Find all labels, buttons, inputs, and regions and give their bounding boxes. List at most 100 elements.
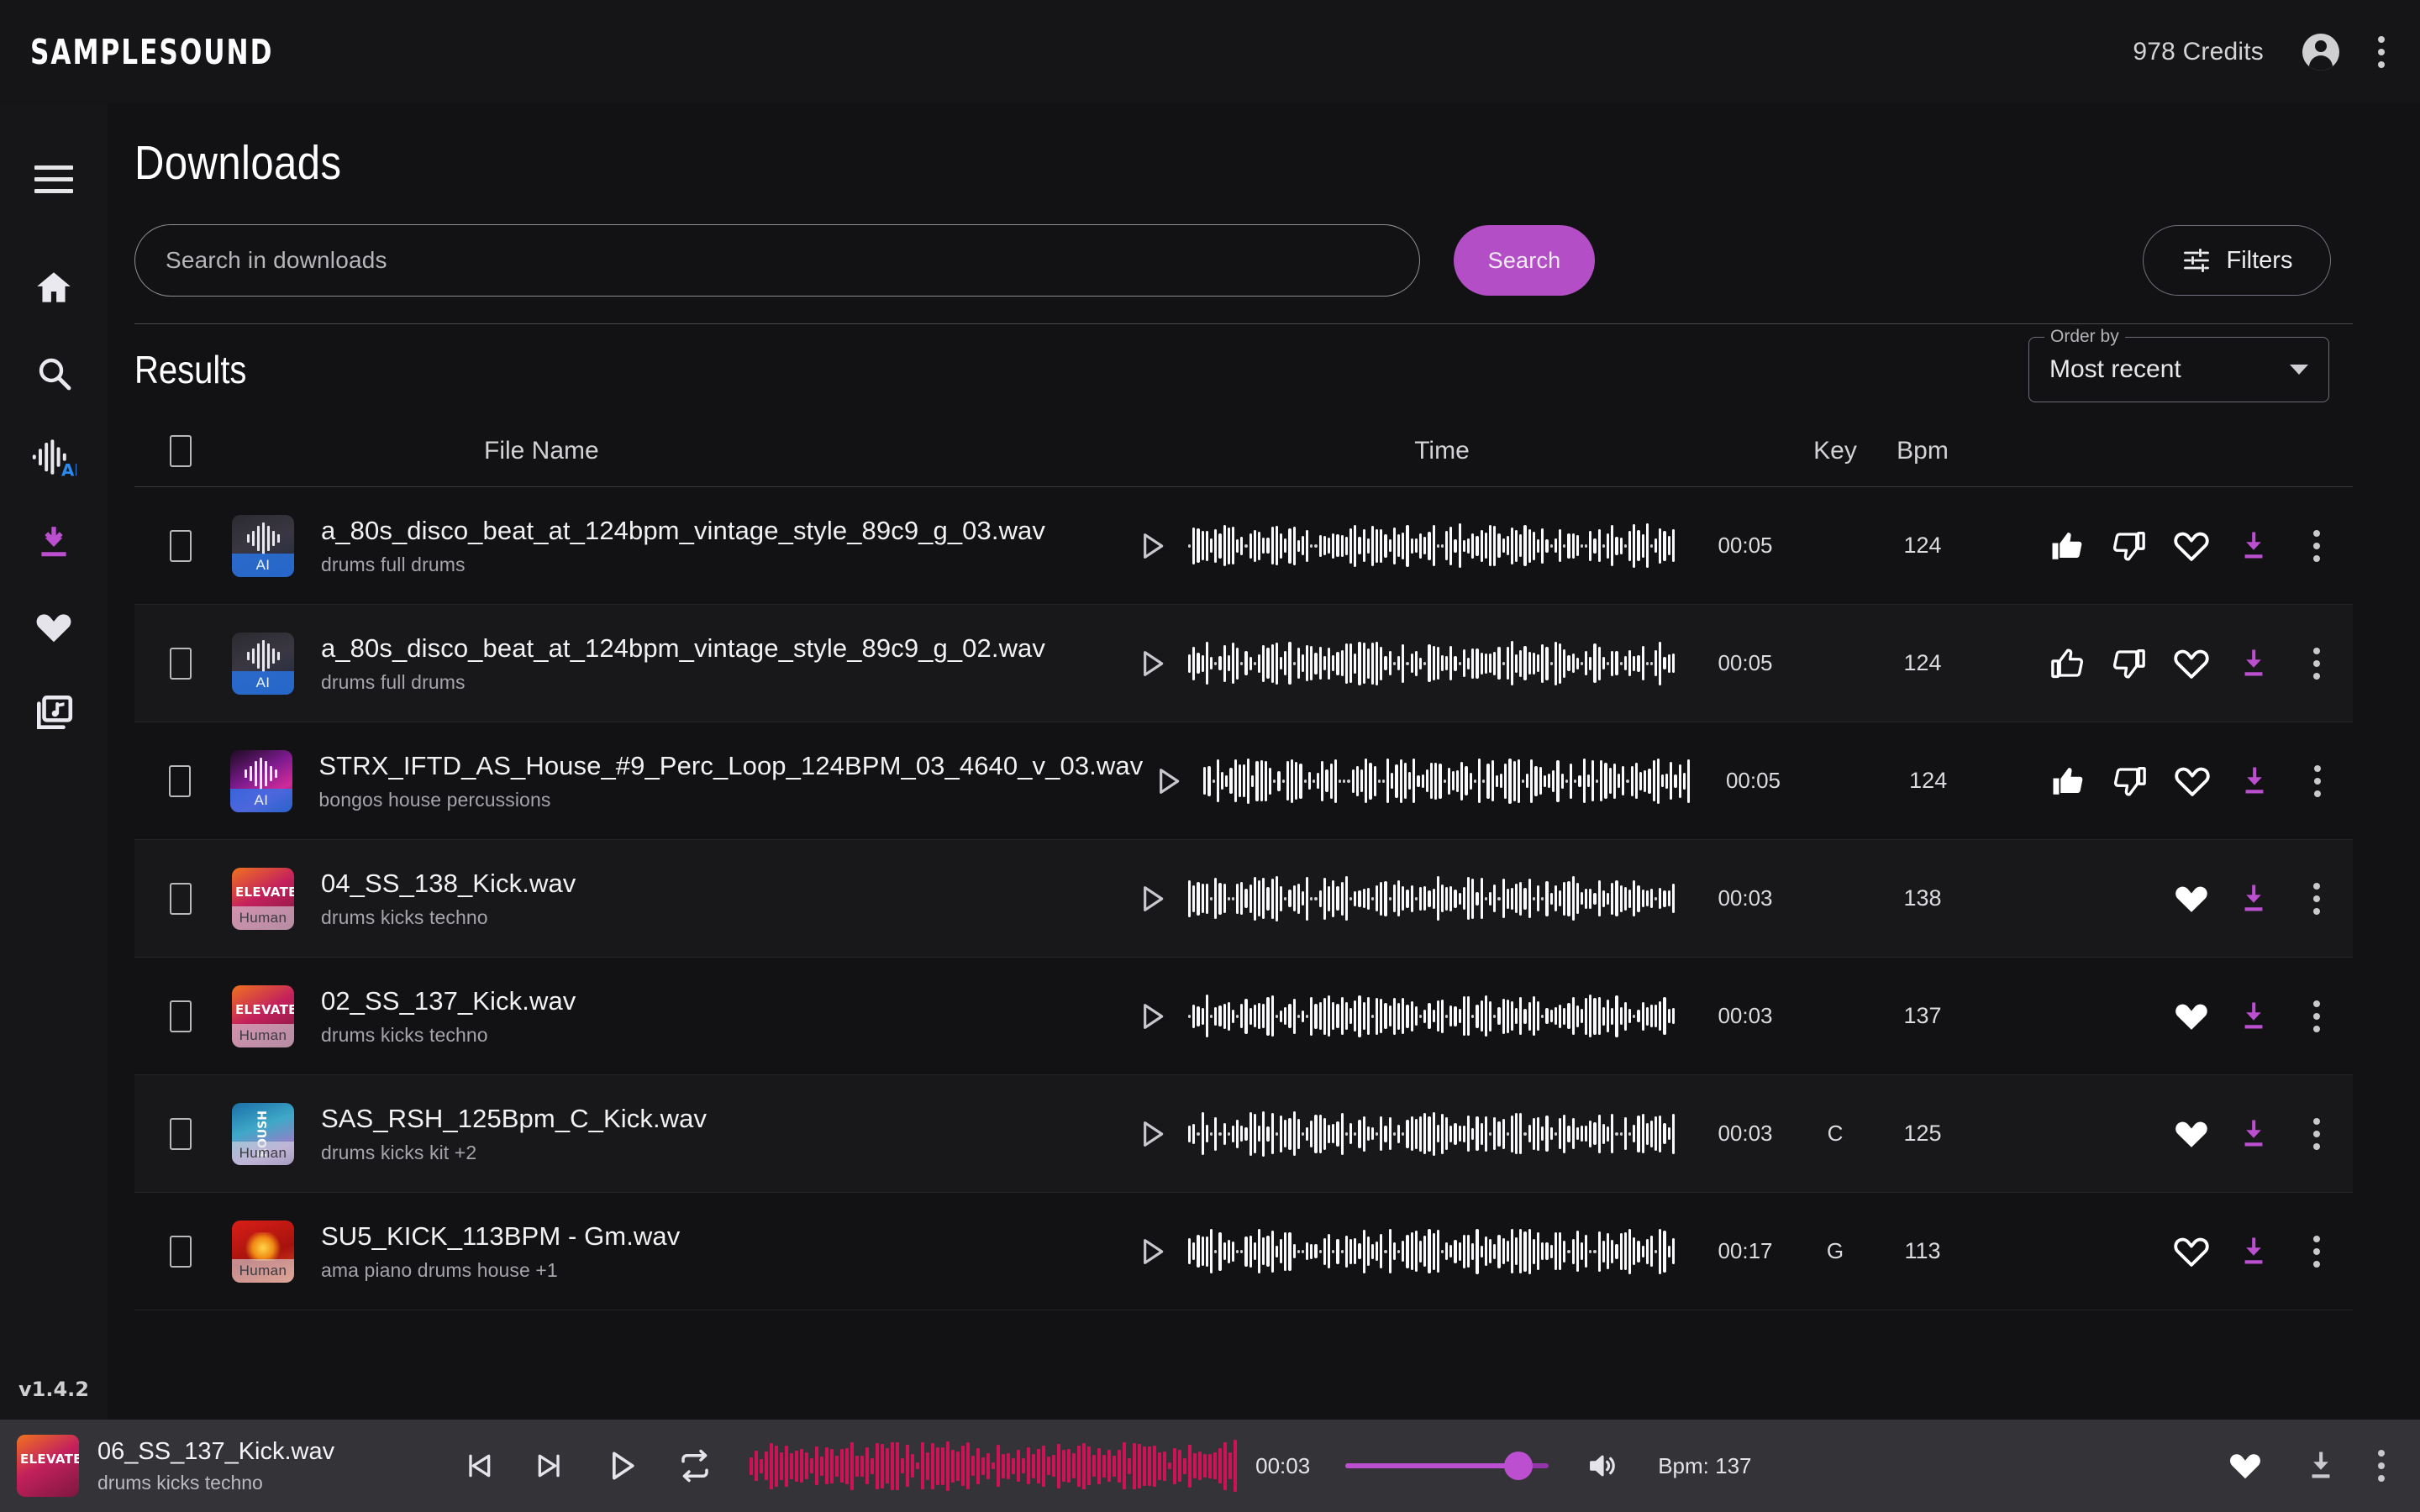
download-icon[interactable] <box>2302 1447 2339 1484</box>
file-name[interactable]: STRX_IFTD_AS_House_#9_Perc_Loop_124BPM_0… <box>318 751 1143 781</box>
thumbs-down-icon[interactable] <box>2106 640 2153 687</box>
play-icon[interactable] <box>1135 1000 1169 1033</box>
skip-next-icon[interactable] <box>533 1449 566 1483</box>
sample-thumbnail[interactable]: ROUSH Human <box>232 1102 294 1165</box>
more-vertical-icon[interactable] <box>2313 529 2320 562</box>
more-vertical-icon[interactable] <box>2378 1450 2385 1482</box>
column-header-bpm: Bpm <box>1897 436 1949 465</box>
waveform[interactable] <box>1188 639 1675 688</box>
heart-icon[interactable] <box>2168 522 2215 570</box>
more-vertical-icon[interactable] <box>2313 882 2320 915</box>
thumbs-down-icon[interactable] <box>2107 758 2154 805</box>
search-field[interactable] <box>134 224 1420 297</box>
row-checkbox[interactable] <box>170 1000 192 1032</box>
file-name[interactable]: a_80s_disco_beat_at_124bpm_vintage_style… <box>321 516 1116 546</box>
waveform[interactable] <box>1203 757 1691 806</box>
waveform[interactable] <box>1188 992 1675 1041</box>
thumbs-up-icon[interactable] <box>2044 640 2091 687</box>
sample-thumbnail[interactable]: ELEVATE Human <box>232 867 294 930</box>
filters-button[interactable]: Filters <box>2143 225 2331 296</box>
row-checkbox[interactable] <box>170 647 192 680</box>
play-icon[interactable] <box>1135 647 1169 680</box>
player-right-actions <box>2227 1447 2385 1484</box>
more-vertical-icon[interactable] <box>2313 647 2320 680</box>
download-icon[interactable] <box>2230 875 2277 922</box>
play-icon[interactable] <box>603 1447 640 1484</box>
row-checkbox[interactable] <box>170 529 192 562</box>
waveform[interactable] <box>1188 1110 1675 1158</box>
account-circle-icon[interactable] <box>2302 33 2339 71</box>
sidebar-item-home[interactable] <box>0 248 108 328</box>
heart-icon[interactable] <box>2168 993 2215 1040</box>
repeat-icon[interactable] <box>677 1448 713 1483</box>
download-icon[interactable] <box>2230 993 2277 1040</box>
play-icon[interactable] <box>1135 1117 1169 1151</box>
download-icon[interactable] <box>2230 640 2277 687</box>
app-header: SAMPLESOUND 978 Credits <box>0 0 2420 103</box>
download-icon[interactable] <box>2230 1228 2277 1275</box>
row-checkbox[interactable] <box>169 764 192 797</box>
play-icon[interactable] <box>1135 529 1169 563</box>
sidebar-item-favorites[interactable] <box>0 587 108 668</box>
row-checkbox[interactable] <box>170 882 192 915</box>
waveform[interactable] <box>1188 874 1675 923</box>
select-all-checkbox[interactable] <box>170 434 192 467</box>
sidebar-item-ai-generator[interactable]: AI <box>0 417 108 498</box>
search-button[interactable]: Search <box>1454 225 1595 296</box>
sample-thumbnail[interactable]: ELEVATE Human <box>232 984 294 1047</box>
more-vertical-icon[interactable] <box>2313 764 2321 797</box>
row-checkbox[interactable] <box>170 1235 192 1268</box>
more-vertical-icon[interactable] <box>2313 1235 2320 1268</box>
file-name[interactable]: 02_SS_137_Kick.wav <box>321 986 1116 1016</box>
volume-knob[interactable] <box>1503 1452 1533 1480</box>
waveform[interactable] <box>1188 1227 1675 1276</box>
player-waveform[interactable] <box>750 1440 1238 1492</box>
download-icon[interactable] <box>2230 1110 2277 1158</box>
file-name[interactable]: SU5_KICK_113BPM - Gm.wav <box>321 1221 1116 1252</box>
order-by-select[interactable]: Order by Most recent <box>2028 327 2329 402</box>
download-icon[interactable] <box>2230 522 2277 570</box>
more-vertical-icon[interactable] <box>2378 35 2385 68</box>
hamburger-menu-icon[interactable] <box>0 139 108 219</box>
play-icon[interactable] <box>1135 1235 1169 1268</box>
play-icon[interactable] <box>1151 764 1185 798</box>
table-row[interactable]: AI STRX_IFTD_AS_House_#9_Perc_Loop_124BPM… <box>134 722 2353 840</box>
volume-up-icon[interactable] <box>1586 1449 1619 1483</box>
sidebar-item-collections[interactable] <box>0 672 108 753</box>
heart-icon[interactable] <box>2227 1447 2264 1484</box>
sidebar-item-search[interactable] <box>0 333 108 413</box>
thumbs-up-icon[interactable] <box>2044 522 2091 570</box>
volume-slider[interactable] <box>1345 1452 1549 1480</box>
thumbs-down-icon[interactable] <box>2106 522 2153 570</box>
table-row[interactable]: ROUSH Human SAS_RSH_125Bpm_C_Kick.wav drums… <box>134 1075 2353 1193</box>
table-row[interactable]: AI a_80s_disco_beat_at_124bpm_vintage_sty… <box>134 487 2353 605</box>
table-row[interactable]: AI a_80s_disco_beat_at_124bpm_vintage_sty… <box>134 605 2353 722</box>
table-row[interactable]: ELEVATE Human 04_SS_138_Kick.wav drums kick… <box>134 840 2353 958</box>
heart-icon[interactable] <box>2168 1228 2215 1275</box>
skip-previous-icon[interactable] <box>462 1449 496 1483</box>
play-icon[interactable] <box>1135 882 1169 916</box>
sample-thumbnail[interactable]: AI <box>232 632 294 695</box>
more-vertical-icon[interactable] <box>2313 1000 2320 1032</box>
sample-thumbnail[interactable]: AI <box>229 749 292 812</box>
file-name[interactable]: 04_SS_138_Kick.wav <box>321 869 1116 899</box>
thumbs-up-icon[interactable] <box>2044 758 2091 805</box>
table-row[interactable]: Human SU5_KICK_113BPM - Gm.wav ama piano d… <box>134 1193 2353 1310</box>
row-select-cell <box>134 1117 227 1150</box>
sample-thumbnail[interactable]: AI <box>232 514 294 577</box>
search-input[interactable] <box>166 247 1389 274</box>
heart-icon[interactable] <box>2168 875 2215 922</box>
sample-thumbnail[interactable]: Human <box>232 1220 294 1283</box>
heart-icon[interactable] <box>2168 640 2215 687</box>
heart-icon[interactable] <box>2169 758 2216 805</box>
download-icon[interactable] <box>2231 758 2278 805</box>
version-label: v1.4.2 <box>18 1378 89 1401</box>
heart-icon[interactable] <box>2168 1110 2215 1158</box>
table-row[interactable]: ELEVATE Human 02_SS_137_Kick.wav drums kick… <box>134 958 2353 1075</box>
waveform[interactable] <box>1188 522 1675 570</box>
more-vertical-icon[interactable] <box>2313 1117 2320 1150</box>
row-checkbox[interactable] <box>170 1117 192 1150</box>
sidebar-item-downloads[interactable] <box>0 502 108 583</box>
file-name[interactable]: a_80s_disco_beat_at_124bpm_vintage_style… <box>321 633 1116 664</box>
file-name[interactable]: SAS_RSH_125Bpm_C_Kick.wav <box>321 1104 1116 1134</box>
